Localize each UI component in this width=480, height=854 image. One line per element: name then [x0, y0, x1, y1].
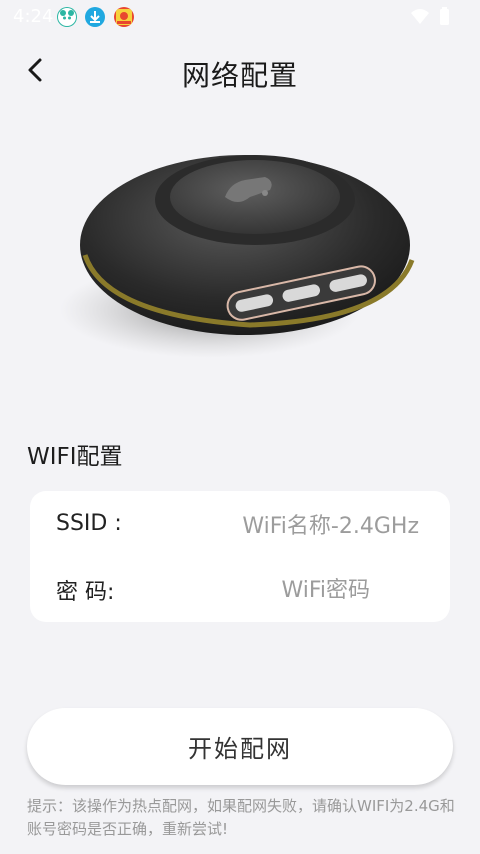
password-label: 密 码: — [56, 580, 115, 605]
smart-hub-device-image — [60, 135, 430, 370]
battery-icon — [440, 9, 449, 25]
download-icon — [85, 7, 105, 27]
panda-app-icon — [57, 7, 77, 27]
password-input[interactable] — [118, 569, 372, 611]
start-network-config-button[interactable]: 开始配网 — [27, 708, 453, 785]
store-app-icon — [114, 7, 134, 27]
system-icons — [410, 7, 450, 31]
ssid-label: SSID : — [56, 511, 122, 536]
page-title: 网络配置 — [181, 59, 298, 92]
wifi-section-label: WIFI配置 — [27, 444, 123, 470]
ssid-input[interactable] — [167, 505, 421, 547]
tip-text: 提示：该操作为热点配网，如果配网失败，请确认WIFI为2.4G和账号密码是否正确… — [27, 797, 455, 838]
wifi-icon — [411, 7, 449, 25]
wifi-config-card: SSID : 密 码: — [30, 491, 450, 622]
status-bar: 4:24 — [0, 0, 480, 32]
status-time: 4:24 — [13, 6, 54, 27]
